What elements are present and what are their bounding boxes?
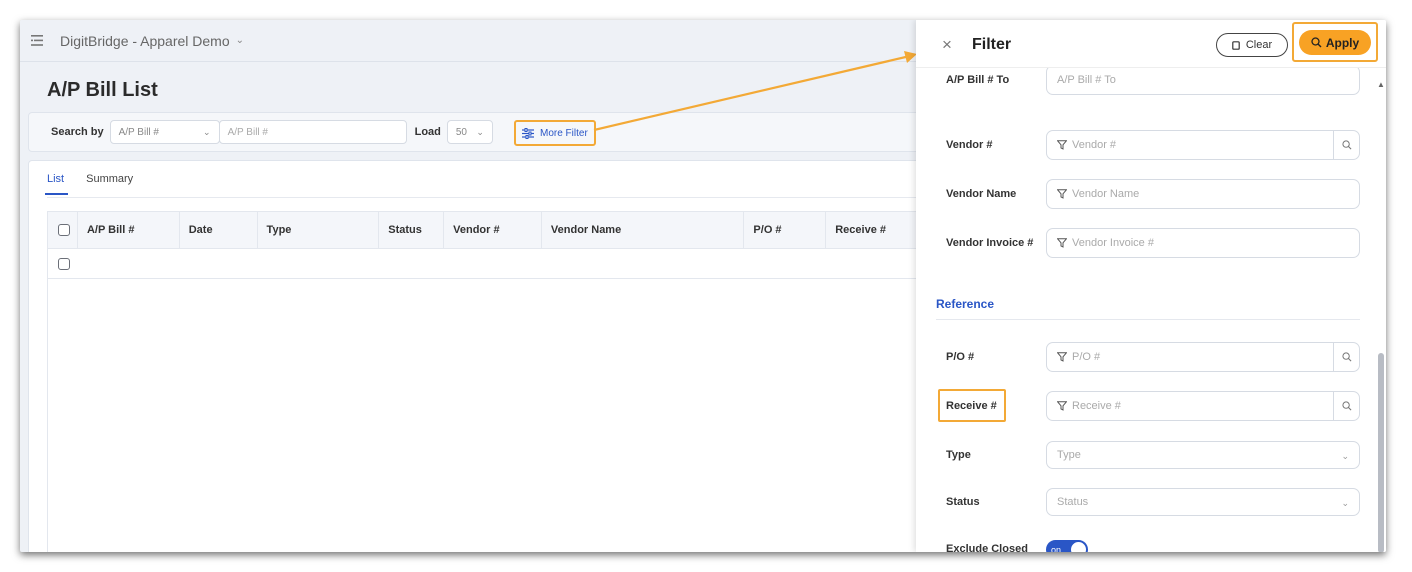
field-placeholder: P/O #: [1072, 351, 1101, 363]
vendor-number-input[interactable]: Vendor #: [1046, 130, 1360, 160]
receive-input[interactable]: Receive #: [1046, 391, 1360, 421]
field-label: Receive #: [946, 400, 997, 412]
field-label: Status: [946, 496, 980, 508]
field-label: Type: [946, 449, 971, 461]
field-label: Vendor #: [946, 139, 993, 151]
field-label: P/O #: [946, 351, 975, 363]
apply-highlight: Apply: [1292, 22, 1378, 62]
clear-button[interactable]: Clear: [1216, 33, 1288, 57]
app-window: DigitBridge - Apparel Demo ⌄ A/P Bill Li…: [20, 20, 1386, 552]
filter-icon: [1057, 189, 1067, 199]
filter-body: A/P Bill # To A/P Bill # To Vendor # Ven…: [916, 68, 1386, 552]
apply-button[interactable]: Apply: [1299, 30, 1371, 55]
filter-icon: [1057, 238, 1067, 248]
vendor-invoice-input[interactable]: Vendor Invoice #: [1046, 228, 1360, 258]
section-title-reference: Reference: [936, 297, 995, 311]
search-icon[interactable]: [1333, 343, 1359, 371]
toggle-knob: [1071, 542, 1086, 552]
po-input[interactable]: P/O #: [1046, 342, 1360, 372]
field-placeholder: Type: [1057, 449, 1081, 461]
filter-row-bill-to: A/P Bill # To A/P Bill # To: [946, 68, 1360, 95]
search-icon[interactable]: [1333, 131, 1359, 159]
close-icon[interactable]: ×: [942, 36, 952, 53]
clear-label: Clear: [1245, 39, 1273, 51]
filter-panel: × Filter Clear Apply A/P Bill # To A/P B…: [916, 20, 1386, 552]
filter-row-type: Type Type ⌄: [946, 440, 1360, 470]
bill-to-input[interactable]: A/P Bill # To: [1046, 68, 1360, 95]
field-label: Vendor Name: [946, 188, 1017, 200]
filter-row-vendor-invoice: Vendor Invoice # Vendor Invoice #: [946, 228, 1360, 258]
filter-icon: [1057, 352, 1067, 362]
scroll-up-icon[interactable]: ▲: [1377, 80, 1385, 89]
filter-row-status: Status Status ⌄: [946, 487, 1360, 517]
search-icon: [1311, 37, 1322, 48]
filter-title: Filter: [972, 36, 1012, 53]
status-select[interactable]: Status ⌄: [1046, 488, 1360, 516]
filter-row-receive: Receive # Receive #: [946, 391, 1360, 421]
chevron-down-icon: ⌄: [1341, 498, 1349, 508]
field-placeholder: Vendor Name: [1072, 188, 1140, 200]
field-placeholder: Vendor Invoice #: [1072, 237, 1154, 249]
toggle-label: on: [1051, 544, 1062, 553]
filter-row-vendor-number: Vendor # Vendor #: [946, 130, 1360, 160]
filter-icon: [1057, 140, 1067, 150]
scrollbar-thumb[interactable]: [1378, 353, 1384, 552]
search-icon[interactable]: [1333, 392, 1359, 420]
section-divider: [936, 319, 1360, 320]
apply-label: Apply: [1325, 35, 1360, 50]
filter-row-exclude-closed: Exclude Closed on: [946, 534, 1360, 552]
field-label: Vendor Invoice #: [946, 237, 1034, 249]
filter-header: × Filter Clear Apply: [916, 20, 1386, 68]
field-label: A/P Bill # To: [946, 74, 1010, 86]
filter-icon: [1057, 401, 1067, 411]
type-select[interactable]: Type ⌄: [1046, 441, 1360, 469]
vendor-name-input[interactable]: Vendor Name: [1046, 179, 1360, 209]
field-placeholder: A/P Bill # To: [1057, 74, 1116, 86]
filter-row-vendor-name: Vendor Name Vendor Name: [946, 179, 1360, 209]
chevron-down-icon: ⌄: [1341, 451, 1349, 461]
field-label: Exclude Closed: [946, 543, 1028, 552]
exclude-closed-toggle[interactable]: on: [1046, 540, 1088, 552]
field-placeholder: Receive #: [1072, 400, 1121, 412]
field-placeholder: Vendor #: [1072, 139, 1117, 151]
field-placeholder: Status: [1057, 496, 1089, 508]
filter-row-po: P/O # P/O #: [946, 342, 1360, 372]
trash-icon: [1232, 40, 1240, 50]
